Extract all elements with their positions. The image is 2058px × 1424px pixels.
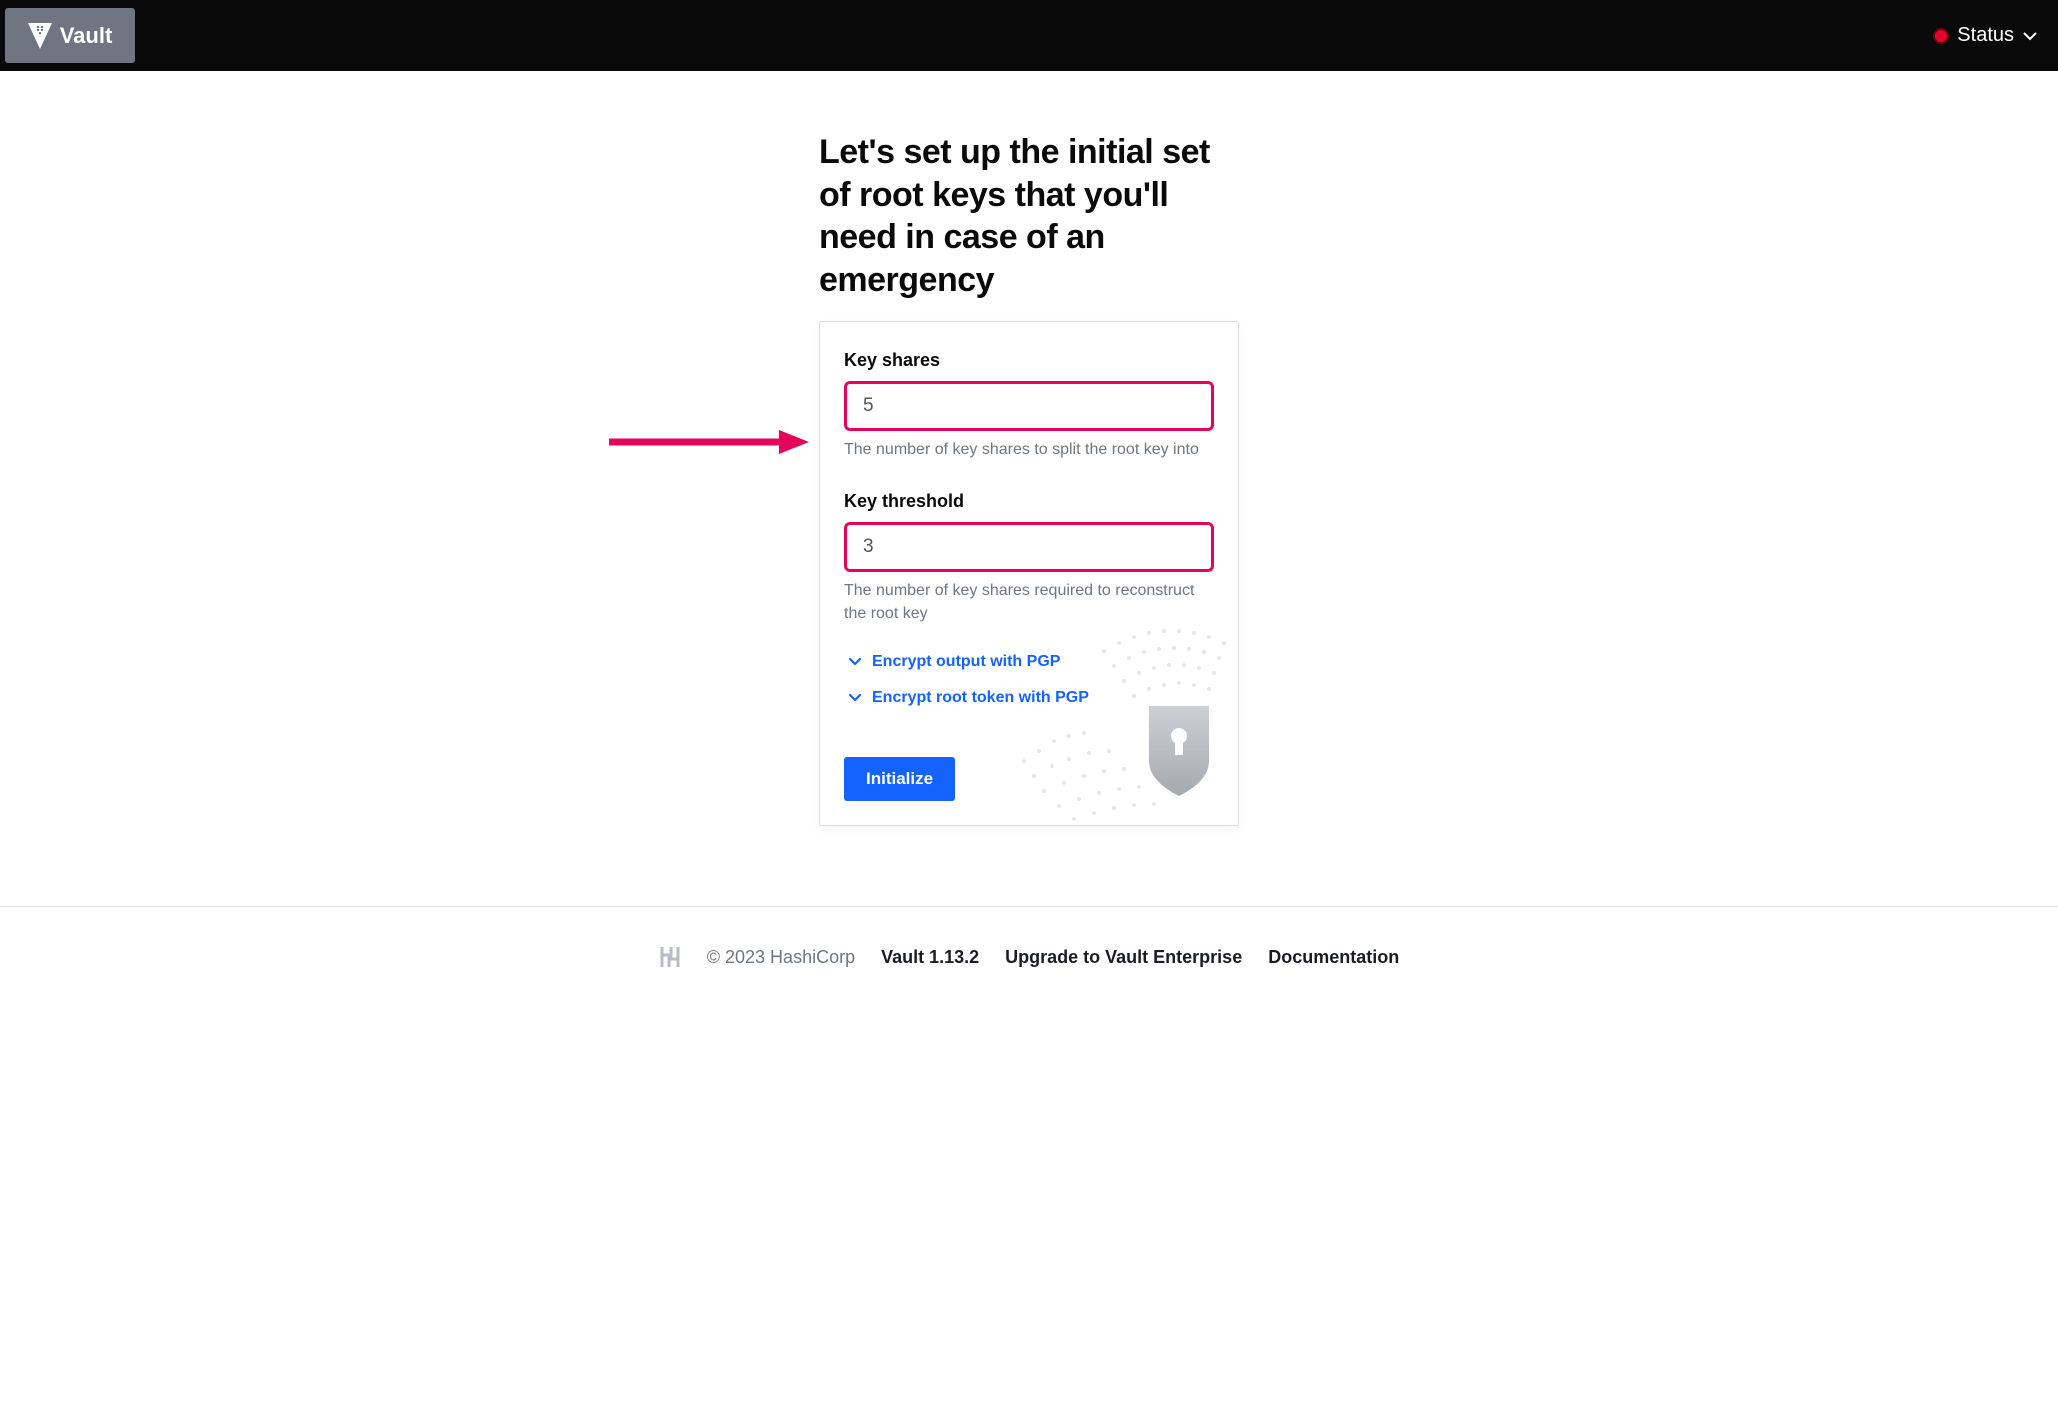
footer-docs-link[interactable]: Documentation <box>1268 947 1399 968</box>
status-dropdown[interactable]: Status <box>1933 24 2038 47</box>
brand-logo[interactable]: Vault <box>5 8 135 63</box>
status-label: Status <box>1957 24 2014 47</box>
chevron-down-icon <box>848 691 862 705</box>
key-threshold-label: Key threshold <box>844 491 1214 512</box>
chevron-down-icon <box>2022 28 2038 44</box>
footer-version: Vault 1.13.2 <box>881 947 979 968</box>
page-title: Let's set up the initial set of root key… <box>819 131 1239 301</box>
key-threshold-field: Key threshold The number of key shares r… <box>844 491 1214 625</box>
main-content: Let's set up the initial set of root key… <box>0 71 2058 906</box>
status-indicator-icon <box>1933 28 1949 44</box>
key-shares-input[interactable] <box>844 381 1214 431</box>
brand-text: Vault <box>60 23 113 49</box>
arrow-annotation-icon <box>609 427 809 457</box>
form-actions: Initialize <box>844 757 1214 801</box>
chevron-down-icon <box>848 655 862 669</box>
key-threshold-help: The number of key shares required to rec… <box>844 580 1214 625</box>
footer: © 2023 HashiCorp Vault 1.13.2 Upgrade to… <box>0 907 2058 1029</box>
key-threshold-input[interactable] <box>844 522 1214 572</box>
encrypt-output-pgp-label: Encrypt output with PGP <box>872 653 1060 671</box>
initialize-button[interactable]: Initialize <box>844 757 955 801</box>
key-shares-help: The number of key shares to split the ro… <box>844 439 1214 461</box>
encrypt-output-pgp-toggle[interactable]: Encrypt output with PGP <box>844 653 1214 671</box>
hashicorp-logo-icon <box>659 945 681 969</box>
encrypt-root-token-pgp-toggle[interactable]: Encrypt root token with PGP <box>844 689 1214 707</box>
key-shares-field: Key shares The number of key shares to s… <box>844 350 1214 461</box>
vault-logo-icon <box>28 23 52 49</box>
footer-upgrade-link[interactable]: Upgrade to Vault Enterprise <box>1005 947 1242 968</box>
footer-copyright: © 2023 HashiCorp <box>707 947 855 968</box>
key-shares-label: Key shares <box>844 350 1214 371</box>
init-card: Key shares The number of key shares to s… <box>819 321 1239 826</box>
app-header: Vault Status <box>0 0 2058 71</box>
encrypt-root-token-pgp-label: Encrypt root token with PGP <box>872 689 1089 707</box>
